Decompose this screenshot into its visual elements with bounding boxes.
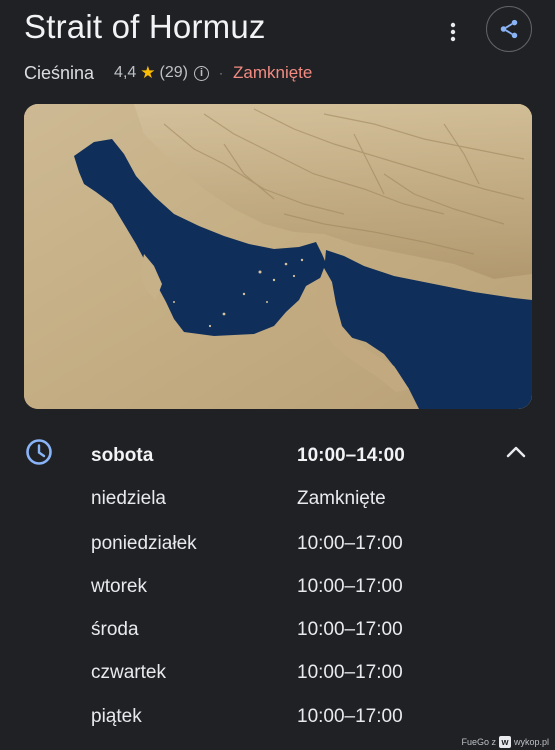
- share-button[interactable]: [486, 6, 532, 52]
- hours-day: sobota: [91, 445, 154, 466]
- hours-time: 10:00–17:00: [297, 619, 403, 640]
- hours-time: 10:00–17:00: [297, 662, 403, 683]
- hours-row: środa 10:00–17:00: [0, 615, 555, 645]
- share-icon: [500, 19, 518, 39]
- hours-day: środa: [91, 619, 139, 640]
- hours-row: niedziela Zamknięte: [0, 484, 555, 514]
- hours-time: Zamknięte: [297, 488, 386, 509]
- reviews-count[interactable]: (29): [160, 64, 188, 82]
- rating-value: 4,4: [114, 64, 137, 81]
- terrain-map: [24, 104, 532, 409]
- hours-row: piątek 10:00–17:00: [0, 702, 555, 732]
- more-vert-icon: [450, 22, 456, 42]
- place-title: Strait of Hormuz: [24, 8, 266, 45]
- hours-row: poniedziałek 10:00–17:00: [0, 529, 555, 559]
- place-map-image[interactable]: [24, 104, 532, 409]
- open-status: Zamknięte: [233, 63, 313, 82]
- separator-dot: ·: [219, 66, 223, 80]
- hours-day: piątek: [91, 706, 142, 727]
- star-icon: ★: [140, 63, 156, 82]
- hours-time: 10:00–17:00: [297, 576, 403, 597]
- hours-day: niedziela: [91, 488, 166, 509]
- hours-day: wtorek: [91, 576, 147, 597]
- watermark: FueGo z w wykop.pl: [461, 736, 549, 748]
- hours-time: 10:00–14:00: [297, 445, 405, 466]
- watermark-author: FueGo z: [461, 737, 496, 747]
- wykop-logo-icon: w: [498, 736, 511, 748]
- hours-row-today: sobota 10:00–14:00: [0, 441, 555, 471]
- hours-day: poniedziałek: [91, 533, 197, 554]
- info-icon[interactable]: i: [194, 65, 209, 81]
- hours-row: czwartek 10:00–17:00: [0, 658, 555, 688]
- place-category: Cieśnina: [24, 62, 95, 83]
- place-subtitle: Cieśnina 4,4 ★ (29) i · Zamknięte: [24, 60, 312, 86]
- more-options-button[interactable]: [442, 19, 464, 45]
- watermark-site: wykop.pl: [513, 737, 549, 747]
- hours-time: 10:00–17:00: [297, 706, 403, 727]
- hours-time: 10:00–17:00: [297, 533, 403, 554]
- hours-row: wtorek 10:00–17:00: [0, 572, 555, 602]
- hours-day: czwartek: [91, 662, 166, 683]
